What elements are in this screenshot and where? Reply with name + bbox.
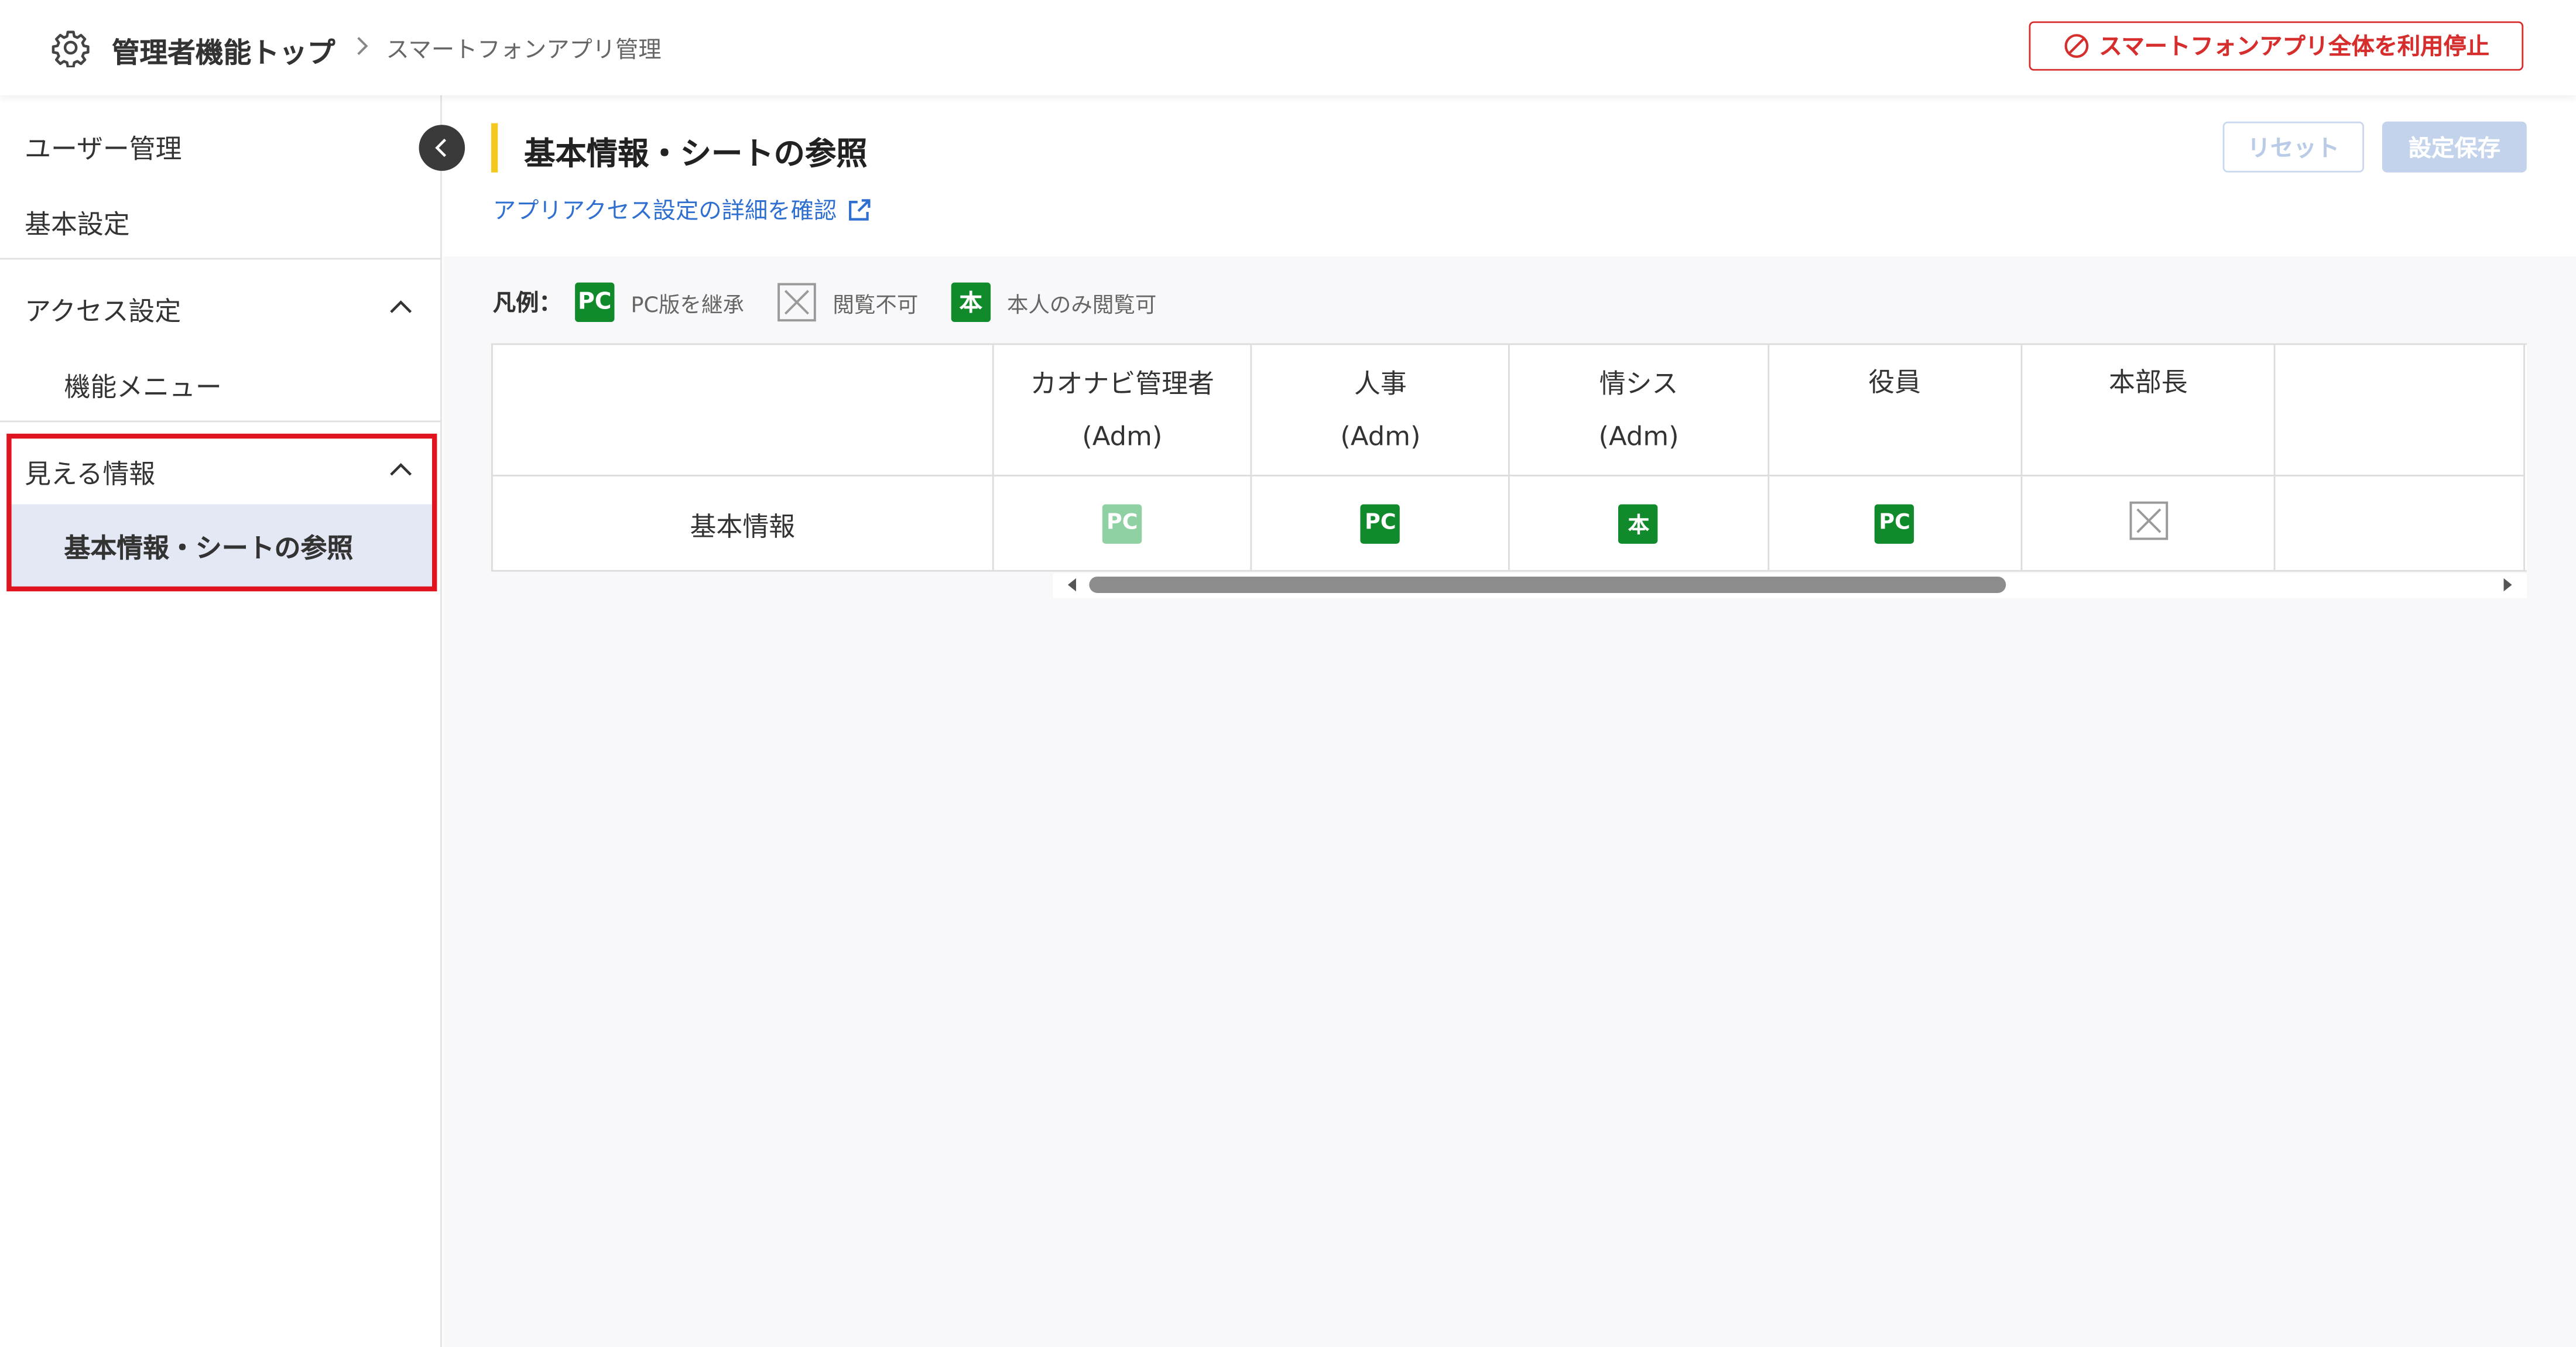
legend-text-inherit-pc: PC版を継承	[631, 293, 744, 318]
table-column-header: 人事 (Adm)	[1250, 345, 1510, 477]
permission-cell-hidden[interactable]	[2274, 474, 2525, 570]
reset-button[interactable]: リセット	[2222, 121, 2364, 173]
chevron-right-icon	[357, 37, 368, 55]
page-title: 基本情報・シートの参照	[524, 136, 868, 173]
table-row: 基本情報 PC PC 本 PC	[492, 474, 2525, 570]
table-header-row: カオナビ管理者 (Adm) 人事 (Adm) 情シス (Adm) 役員 本部長	[492, 345, 2525, 477]
legend-text-self-only: 本人のみ閲覧可	[1006, 293, 1157, 318]
detail-link-label: アプリアクセス設定の詳細を確認	[492, 198, 837, 225]
main-header	[443, 95, 2576, 256]
save-settings-button[interactable]: 設定保存	[2382, 121, 2527, 173]
column-header-sub: (Adm)	[1340, 419, 1421, 451]
sidebar-section-visible-info[interactable]: 見える情報	[25, 452, 155, 491]
table-column-header-hidden	[2274, 345, 2525, 477]
permission-cell[interactable]	[2020, 474, 2276, 570]
title-accent-bar	[491, 123, 498, 173]
sidebar-collapse-button[interactable]	[419, 125, 465, 171]
permission-cell[interactable]: PC	[1250, 474, 1510, 570]
breadcrumb-current: スマートフォンアプリ管理	[386, 37, 662, 64]
stop-all-app-button[interactable]: スマートフォンアプリ全体を利用停止	[2029, 21, 2524, 71]
legend-title: 凡例：	[492, 290, 562, 317]
chevron-up-icon[interactable]	[388, 457, 414, 483]
chevron-up-icon[interactable]	[388, 294, 414, 320]
row-label: 基本情報	[492, 474, 994, 570]
column-header-name: 人事	[1354, 367, 1407, 399]
pc-badge: PC	[1875, 503, 1914, 543]
external-link-icon	[849, 199, 871, 221]
sidebar-item-user-management[interactable]: ユーザー管理	[25, 126, 182, 166]
sidebar-divider	[0, 420, 442, 423]
chevron-left-icon	[435, 138, 447, 157]
prohibited-icon	[2064, 34, 2088, 58]
legend-text-no-view: 閲覧不可	[833, 293, 919, 318]
sidebar-item-function-menu[interactable]: 機能メニュー	[64, 365, 221, 404]
column-header-name: 情シス	[1599, 367, 1678, 399]
x-box-icon	[2129, 500, 2168, 539]
pc-badge: PC	[1102, 503, 1142, 543]
scroll-left-arrow-icon[interactable]	[1064, 577, 1081, 593]
self-only-badge: 本	[1619, 503, 1659, 543]
scrollbar-thumb[interactable]	[1089, 576, 2006, 594]
permission-cell[interactable]: 本	[1509, 474, 1769, 570]
x-box-icon	[777, 283, 816, 322]
access-settings-detail-link[interactable]: アプリアクセス設定の詳細を確認	[493, 194, 873, 227]
table-column-header: 本部長	[2020, 345, 2276, 477]
permission-cell[interactable]: PC	[1767, 474, 2023, 570]
self-only-badge: 本	[951, 282, 991, 322]
gear-icon[interactable]	[51, 28, 90, 68]
column-header-sub: (Adm)	[1082, 419, 1163, 451]
pc-badge: PC	[575, 282, 615, 322]
sidebar-section-access-settings[interactable]: アクセス設定	[25, 289, 181, 328]
sidebar-item-basic-info-sheet[interactable]: 基本情報・シートの参照	[64, 526, 353, 565]
table-column-header: カオナビ管理者 (Adm)	[992, 345, 1252, 477]
column-header-name: カオナビ管理者	[1030, 367, 1214, 399]
table-column-header: 情シス (Adm)	[1509, 345, 1769, 477]
sidebar-divider	[0, 258, 442, 260]
permission-cell[interactable]: PC	[992, 474, 1252, 570]
pc-badge: PC	[1361, 503, 1400, 543]
app-root: 管理者機能トップ スマートフォンアプリ管理 スマートフォンアプリ全体を利用停止 …	[0, 0, 2576, 1347]
column-header-sub: (Adm)	[1598, 419, 1679, 451]
column-header-name: 本部長	[2108, 366, 2188, 398]
top-header: 管理者機能トップ スマートフォンアプリ管理 スマートフォンアプリ全体を利用停止	[0, 0, 2576, 95]
table-header-empty	[492, 345, 994, 477]
sidebar-item-basic-settings[interactable]: 基本設定	[25, 202, 130, 241]
table-column-header: 役員	[1767, 345, 2023, 477]
stop-all-app-label: スマートフォンアプリ全体を利用停止	[2099, 34, 2490, 61]
sidebar	[0, 95, 442, 1347]
column-header-name: 役員	[1868, 366, 1921, 398]
permission-table-wrapper: カオナビ管理者 (Adm) 人事 (Adm) 情シス (Adm) 役員 本部長 …	[491, 343, 2527, 572]
breadcrumb-top-link[interactable]: 管理者機能トップ	[112, 30, 335, 71]
scroll-right-arrow-icon[interactable]	[2499, 577, 2515, 593]
legend: 凡例： PC PC版を継承 閲覧不可 本 本人のみ閲覧可	[492, 282, 1190, 322]
permission-table: カオナビ管理者 (Adm) 人事 (Adm) 情シス (Adm) 役員 本部長 …	[492, 345, 2525, 570]
